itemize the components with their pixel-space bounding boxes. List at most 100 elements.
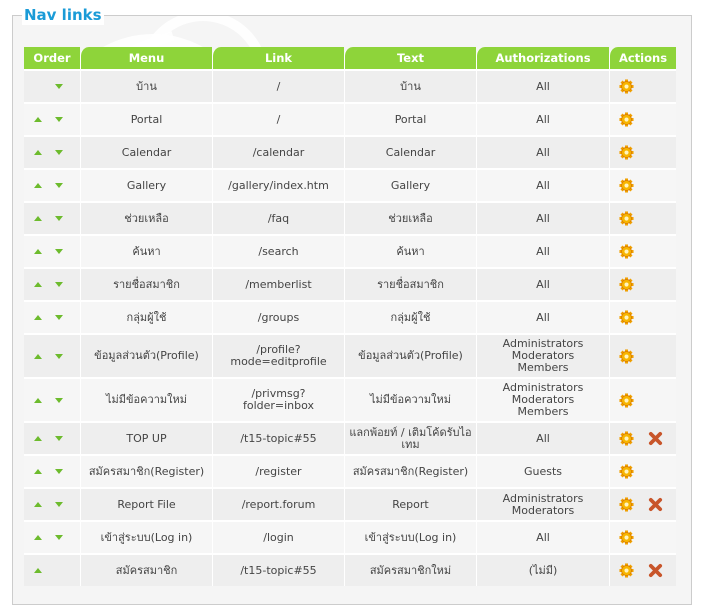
gear-icon[interactable] bbox=[619, 112, 634, 127]
gear-icon[interactable] bbox=[619, 431, 634, 446]
link-cell: /search bbox=[212, 234, 344, 267]
link-line: mode=editprofile bbox=[230, 355, 327, 368]
move-up-icon[interactable] bbox=[34, 436, 42, 441]
move-up-icon[interactable] bbox=[34, 353, 42, 359]
text-line: สมัครสมาชิกใหม่ bbox=[369, 563, 452, 577]
move-down-icon[interactable] bbox=[55, 117, 63, 122]
move-down-icon[interactable] bbox=[55, 469, 63, 474]
link-cell: /register bbox=[212, 454, 344, 487]
cross-icon[interactable] bbox=[648, 563, 663, 578]
actions-cell bbox=[609, 421, 676, 454]
authorizations-cell: (ไม่มี) bbox=[476, 553, 609, 586]
gear-icon[interactable] bbox=[619, 497, 634, 512]
authorizations-cell: All bbox=[476, 267, 609, 300]
table-header-row: Order Menu Link Text Authorizations Acti… bbox=[24, 47, 676, 69]
auth-line: All bbox=[536, 211, 550, 225]
move-down-icon[interactable] bbox=[55, 315, 63, 320]
order-cell bbox=[24, 102, 80, 135]
menu-cell: รายชื่อสมาชิก bbox=[80, 267, 212, 300]
move-down-icon[interactable] bbox=[55, 535, 63, 540]
text-line: Gallery bbox=[390, 178, 431, 192]
gear-icon[interactable] bbox=[619, 145, 634, 160]
text-cell: สมัครสมาชิกใหม่ bbox=[344, 553, 476, 586]
move-down-icon[interactable] bbox=[55, 183, 63, 188]
link-cell: /memberlist bbox=[212, 267, 344, 300]
move-up-icon[interactable] bbox=[34, 315, 42, 320]
gear-icon[interactable] bbox=[619, 211, 634, 226]
move-up-icon[interactable] bbox=[34, 282, 42, 287]
auth-line: All bbox=[536, 530, 550, 544]
move-down-icon[interactable] bbox=[55, 150, 63, 155]
move-down-icon[interactable] bbox=[55, 502, 63, 507]
move-up-icon[interactable] bbox=[34, 535, 42, 540]
move-up-icon[interactable] bbox=[34, 568, 42, 573]
link-line: /t15-topic#55 bbox=[240, 431, 317, 445]
actions-cell bbox=[609, 168, 676, 201]
move-up-icon[interactable] bbox=[34, 183, 42, 188]
cross-icon[interactable] bbox=[648, 431, 663, 446]
move-down-icon[interactable] bbox=[55, 216, 63, 221]
order-cell bbox=[24, 377, 80, 421]
text-cell: Report bbox=[344, 487, 476, 520]
move-down-icon[interactable] bbox=[55, 436, 63, 441]
order-cell bbox=[24, 234, 80, 267]
table-row: รายชื่อสมาชิก/memberlist รายชื่อสมาชิก All bbox=[24, 267, 676, 300]
table-row: Gallery/gallery/index.htm Gallery All bbox=[24, 168, 676, 201]
actions-cell bbox=[609, 454, 676, 487]
authorizations-cell: All bbox=[476, 102, 609, 135]
auth-line: All bbox=[536, 310, 550, 324]
move-up-icon[interactable] bbox=[34, 502, 42, 507]
move-up-icon[interactable] bbox=[34, 469, 42, 474]
menu-cell: ไม่มีข้อความใหม่ bbox=[80, 377, 212, 421]
move-up-icon[interactable] bbox=[34, 216, 42, 221]
gear-icon[interactable] bbox=[619, 277, 634, 292]
order-cell bbox=[24, 454, 80, 487]
move-down-icon[interactable] bbox=[55, 282, 63, 287]
link-cell: /privmsg? folder=inbox bbox=[212, 377, 344, 421]
text-cell: สมัครสมาชิก(Register) bbox=[344, 454, 476, 487]
text-cell: ค้นหา bbox=[344, 234, 476, 267]
actions-cell bbox=[609, 102, 676, 135]
cross-icon[interactable] bbox=[648, 497, 663, 512]
move-up-icon[interactable] bbox=[34, 150, 42, 155]
gear-icon[interactable] bbox=[619, 178, 634, 193]
table-row: สมัครสมาชิก/t15-topic#55 สมัครสมาชิกใหม่ (… bbox=[24, 553, 676, 586]
link-line: /t15-topic#55 bbox=[240, 563, 317, 577]
auth-line: All bbox=[536, 277, 550, 291]
auth-line: All bbox=[536, 431, 550, 445]
header-link: Link bbox=[212, 47, 344, 69]
move-down-icon[interactable] bbox=[55, 397, 63, 403]
authorizations-cell: All bbox=[476, 234, 609, 267]
text-cell: ข้อมูลส่วนตัว(Profile) bbox=[344, 333, 476, 377]
gear-icon[interactable] bbox=[619, 392, 634, 408]
move-down-icon[interactable] bbox=[55, 84, 63, 89]
table-row: Calendar/calendar Calendar All bbox=[24, 135, 676, 168]
move-down-icon[interactable] bbox=[55, 249, 63, 254]
authorizations-cell: All bbox=[476, 168, 609, 201]
menu-cell: สมัครสมาชิก bbox=[80, 553, 212, 586]
link-cell: / bbox=[212, 69, 344, 102]
auth-line: All bbox=[536, 79, 550, 93]
gear-icon[interactable] bbox=[619, 464, 634, 479]
actions-cell bbox=[609, 267, 676, 300]
gear-icon[interactable] bbox=[619, 79, 634, 94]
text-cell: แลกพ้อยท์ / เติมโค้ดรับไอ เทม bbox=[344, 421, 476, 454]
move-up-icon[interactable] bbox=[34, 117, 42, 122]
move-up-icon[interactable] bbox=[34, 397, 42, 403]
text-line: ช่วยเหลือ bbox=[388, 211, 433, 225]
actions-cell bbox=[609, 487, 676, 520]
move-down-icon[interactable] bbox=[55, 353, 63, 359]
gear-icon[interactable] bbox=[619, 563, 634, 578]
gear-icon[interactable] bbox=[619, 530, 634, 545]
link-cell: /faq bbox=[212, 201, 344, 234]
order-cell bbox=[24, 69, 80, 102]
link-cell: /groups bbox=[212, 300, 344, 333]
menu-cell: เข้าสู่ระบบ(Log in) bbox=[80, 520, 212, 553]
gear-icon[interactable] bbox=[619, 310, 634, 325]
menu-cell: Report File bbox=[80, 487, 212, 520]
gear-icon[interactable] bbox=[619, 244, 634, 259]
table-row: Portal / Portal All bbox=[24, 102, 676, 135]
move-up-icon[interactable] bbox=[34, 249, 42, 254]
table-row: ค้นหา/search ค้นหา All bbox=[24, 234, 676, 267]
gear-icon[interactable] bbox=[619, 348, 634, 364]
